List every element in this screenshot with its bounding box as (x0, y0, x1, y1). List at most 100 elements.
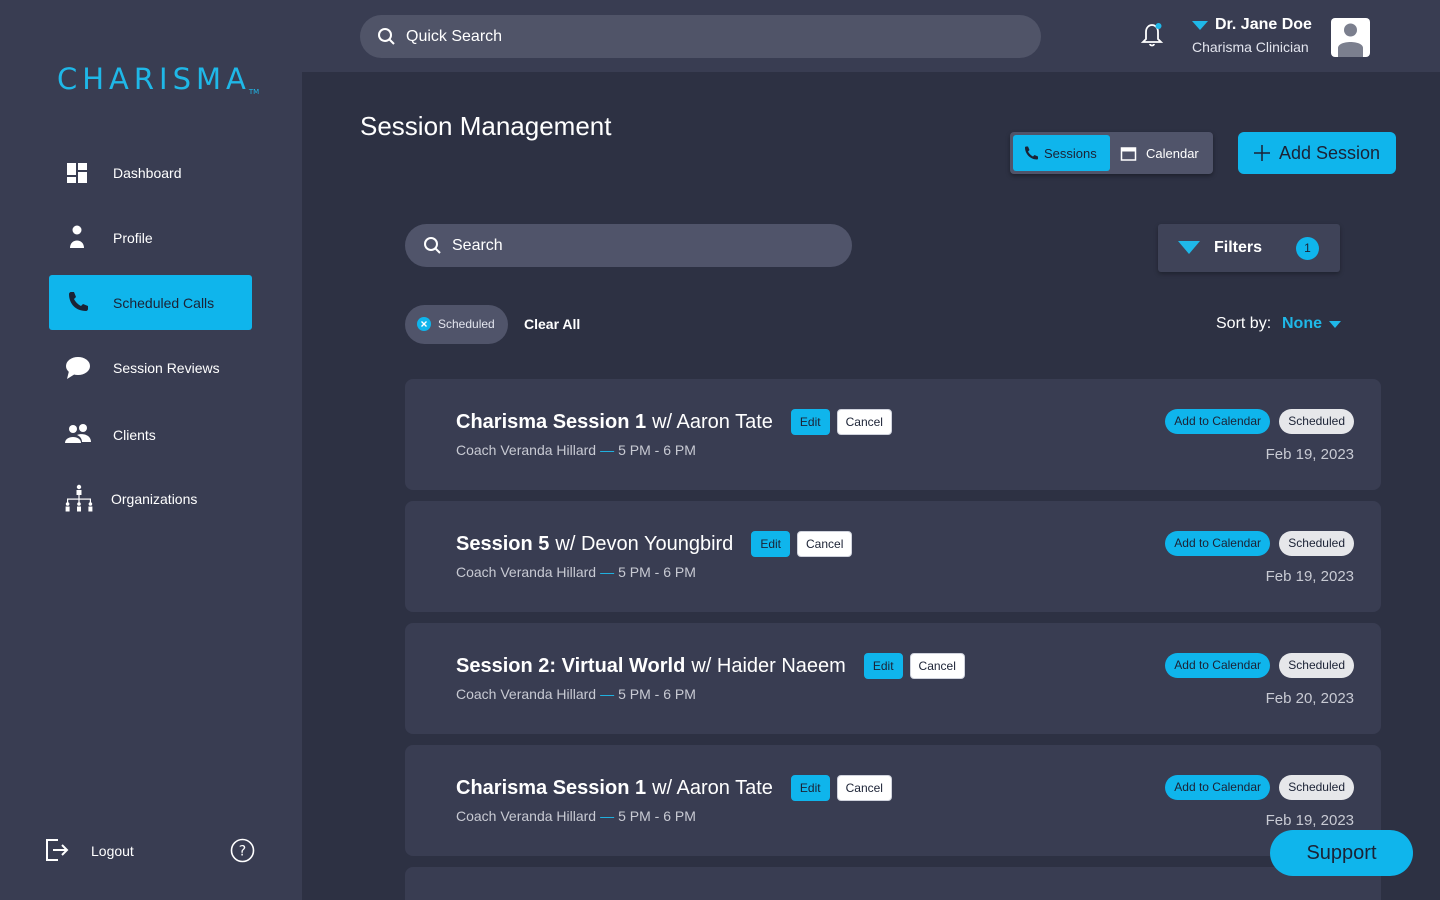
group-icon (65, 423, 91, 443)
session-time: 5 PM - 6 PM (618, 442, 696, 458)
dashboard-icon (67, 162, 87, 183)
status-badge: Scheduled (1279, 531, 1354, 556)
question-icon[interactable]: ? (230, 838, 255, 863)
session-time: 5 PM - 6 PM (618, 808, 696, 824)
session-details: Coach Veranda Hillard —5 PM - 6 PM (456, 564, 696, 580)
clear-all-button[interactable]: Clear All (524, 316, 580, 332)
user-name[interactable]: Dr. Jane Doe (1215, 16, 1312, 34)
sort-dropdown[interactable]: None (1282, 315, 1322, 333)
cancel-button[interactable]: Cancel (797, 531, 853, 557)
session-name: Charisma Session 1 (456, 410, 647, 433)
tab-sessions[interactable]: Sessions (1013, 135, 1110, 171)
edit-button[interactable]: Edit (790, 409, 830, 435)
separator-dash: — (600, 564, 615, 580)
sidebar-item-profile[interactable]: Profile (49, 210, 252, 265)
edit-button[interactable]: Edit (790, 775, 830, 801)
sidebar-item-label: Organizations (111, 490, 198, 507)
session-card-partial[interactable] (405, 867, 1381, 900)
coach-name: Coach Veranda Hillard (456, 686, 597, 702)
session-title: Charisma Session 1 w/ Aaron Tate Edit Ca… (456, 775, 892, 801)
avatar-person-icon (1338, 23, 1363, 57)
filter-funnel-icon (1178, 241, 1200, 254)
sidebar-item-label: Dashboard (113, 164, 182, 181)
filter-chip-scheduled[interactable]: Scheduled (405, 305, 508, 344)
session-card[interactable]: Session 2: Virtual World w/ Haider Naeem… (405, 623, 1381, 734)
session-search-box[interactable] (405, 224, 852, 267)
sidebar: CHARISMATM Dashboard Profile Scheduled C… (0, 0, 302, 900)
add-to-calendar-button[interactable]: Add to Calendar (1165, 775, 1270, 800)
support-button[interactable]: Support (1270, 830, 1413, 876)
session-title: Session 5 w/ Devon Youngbird Edit Cancel (456, 531, 853, 557)
add-session-label: Add Session (1279, 142, 1381, 163)
add-to-calendar-button[interactable]: Add to Calendar (1165, 531, 1270, 556)
sidebar-item-scheduled-calls[interactable]: Scheduled Calls (49, 275, 252, 330)
avatar[interactable] (1331, 18, 1370, 57)
chip-label: Scheduled (438, 317, 495, 331)
sidebar-item-organizations[interactable]: Organizations (49, 471, 252, 526)
phone-icon (69, 291, 88, 311)
bell-icon[interactable] (1140, 20, 1166, 48)
page-title: Session Management (360, 111, 612, 141)
session-search-input[interactable] (450, 224, 830, 267)
sidebar-item-label: Session Reviews (113, 359, 220, 376)
person-icon (70, 225, 84, 248)
session-card[interactable]: Charisma Session 1 w/ Aaron Tate Edit Ca… (405, 379, 1381, 490)
quick-search-input[interactable] (404, 15, 1004, 58)
session-client: w/ Devon Youngbird (555, 532, 734, 555)
session-name: Session 2: Virtual World (456, 654, 686, 677)
status-badge: Scheduled (1279, 409, 1354, 434)
add-session-button[interactable]: Add Session (1238, 132, 1396, 174)
filters-label: Filters (1214, 239, 1263, 256)
cancel-button[interactable]: Cancel (909, 653, 965, 679)
session-client: w/ Aaron Tate (652, 776, 773, 799)
chevron-down-icon[interactable] (1192, 21, 1208, 31)
session-card[interactable]: Session 5 w/ Devon Youngbird Edit Cancel… (405, 501, 1381, 612)
charisma-logo[interactable]: CHARISMATM (57, 62, 259, 96)
sidebar-item-label: Scheduled Calls (113, 294, 215, 311)
logout-button[interactable]: Logout (44, 835, 194, 867)
tab-label: Sessions (1044, 145, 1097, 161)
coach-name: Coach Veranda Hillard (456, 808, 597, 824)
session-name: Session 5 (456, 532, 550, 555)
sidebar-item-clients[interactable]: Clients (49, 407, 252, 462)
session-time: 5 PM - 6 PM (618, 686, 696, 702)
separator-dash: — (600, 442, 615, 458)
session-date: Feb 19, 2023 (1265, 568, 1354, 585)
calendar-icon (1120, 146, 1137, 161)
session-date: Feb 20, 2023 (1265, 690, 1354, 707)
cancel-button[interactable]: Cancel (836, 409, 892, 435)
sidebar-item-label: Clients (113, 426, 156, 443)
sort-label: Sort by: (1216, 315, 1272, 332)
session-card[interactable]: Charisma Session 1 w/ Aaron Tate Edit Ca… (405, 745, 1381, 856)
logout-label: Logout (91, 843, 134, 859)
add-to-calendar-button[interactable]: Add to Calendar (1165, 409, 1270, 434)
sidebar-item-dashboard[interactable]: Dashboard (49, 145, 252, 200)
edit-button[interactable]: Edit (863, 653, 903, 679)
add-to-calendar-button[interactable]: Add to Calendar (1165, 653, 1270, 678)
phone-icon (1025, 146, 1038, 159)
logo-trademark: TM (248, 88, 260, 96)
session-date: Feb 19, 2023 (1265, 446, 1354, 463)
coach-name: Coach Veranda Hillard (456, 442, 597, 458)
session-client: w/ Haider Naeem (691, 654, 846, 677)
chevron-down-icon[interactable] (1329, 321, 1341, 328)
search-icon (424, 237, 441, 254)
session-name: Charisma Session 1 (456, 776, 647, 799)
session-details: Coach Veranda Hillard —5 PM - 6 PM (456, 808, 696, 824)
cancel-button[interactable]: Cancel (836, 775, 892, 801)
tab-calendar[interactable]: Calendar (1110, 135, 1210, 171)
quick-search-box[interactable] (360, 15, 1041, 58)
edit-button[interactable]: Edit (751, 531, 790, 557)
session-date: Feb 19, 2023 (1265, 812, 1354, 829)
session-details: Coach Veranda Hillard —5 PM - 6 PM (456, 686, 696, 702)
separator-dash: — (600, 686, 615, 702)
sidebar-item-label: Profile (113, 229, 153, 246)
session-title: Charisma Session 1 w/ Aaron Tate Edit Ca… (456, 409, 892, 435)
filters-button[interactable]: Filters 1 (1158, 224, 1340, 272)
close-icon[interactable] (417, 317, 431, 331)
sidebar-item-session-reviews[interactable]: Session Reviews (49, 340, 252, 395)
view-toggle: Sessions Calendar (1010, 132, 1213, 174)
filters-count-badge: 1 (1296, 237, 1319, 260)
status-badge: Scheduled (1279, 653, 1354, 678)
separator-dash: — (600, 808, 615, 824)
